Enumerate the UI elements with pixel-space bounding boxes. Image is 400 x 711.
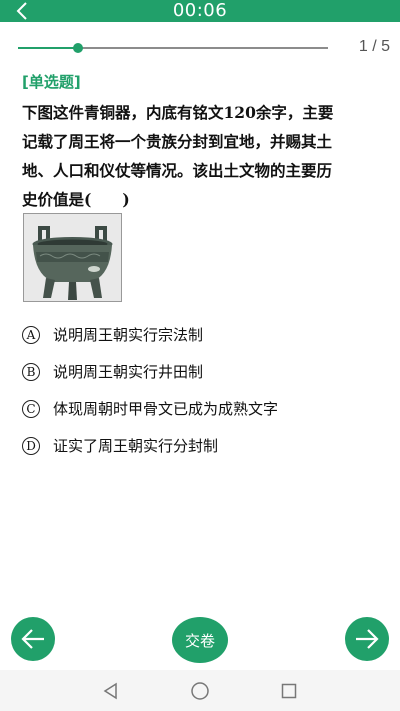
- option-letter: A: [22, 325, 40, 344]
- page-counter: 1 / 5: [358, 38, 390, 55]
- option-c[interactable]: C 体现周朝时甲骨文已成为成熟文字: [22, 390, 382, 427]
- progress-row: 1 / 5: [18, 38, 390, 58]
- system-recents-button[interactable]: [277, 680, 301, 702]
- question-line: 记载了周王将一个贵族分封到宜地，并赐其土: [22, 132, 333, 151]
- next-question-button[interactable]: [345, 617, 389, 661]
- timer: 00:06: [172, 0, 228, 21]
- top-bar: 00:06: [0, 0, 400, 22]
- recents-square-icon: [281, 683, 297, 699]
- system-navigation-bar: [0, 670, 400, 711]
- system-back-button[interactable]: [99, 680, 123, 702]
- progress-track[interactable]: [18, 43, 328, 53]
- question-type-label: [单选题]: [22, 73, 81, 91]
- bronze-vessel-photo: [23, 213, 122, 302]
- option-text: 说明周王朝实行宗法制: [53, 326, 204, 344]
- option-b[interactable]: B 说明周王朝实行井田制: [22, 353, 382, 390]
- progress-fill: [18, 47, 79, 49]
- option-letter: B: [22, 362, 40, 381]
- prev-question-button[interactable]: [11, 617, 55, 661]
- home-circle-icon: [191, 682, 209, 700]
- option-letter: D: [22, 436, 40, 455]
- option-letter: C: [22, 399, 40, 418]
- question-line: 史价值是( ): [22, 190, 130, 209]
- system-home-button[interactable]: [188, 680, 212, 702]
- option-text: 体现周朝时甲骨文已成为成熟文字: [53, 400, 279, 418]
- progress-thumb[interactable]: [73, 43, 84, 53]
- option-text: 证实了周王朝实行分封制: [53, 437, 219, 455]
- arrow-right-icon: [356, 629, 379, 649]
- question-text: 下图这件青铜器，内底有铭文120余字，主要 记载了周王将一个贵族分封到宜地，并赐…: [22, 98, 382, 214]
- question-line: 下图这件青铜器，内底有铭文120余字，主要: [22, 103, 334, 122]
- question-line: 地、人口和仪仗等情况。该出土文物的主要历: [22, 161, 333, 180]
- submit-exam-button[interactable]: 交卷: [172, 617, 228, 663]
- option-text: 说明周王朝实行井田制: [53, 363, 204, 381]
- option-d[interactable]: D 证实了周王朝实行分封制: [22, 427, 382, 464]
- back-triangle-icon: [103, 682, 117, 700]
- arrow-left-icon: [21, 629, 44, 649]
- option-a[interactable]: A 说明周王朝实行宗法制: [22, 316, 382, 353]
- options-list: A 说明周王朝实行宗法制 B 说明周王朝实行井田制 C 体现周朝时甲骨文已成为成…: [22, 316, 382, 464]
